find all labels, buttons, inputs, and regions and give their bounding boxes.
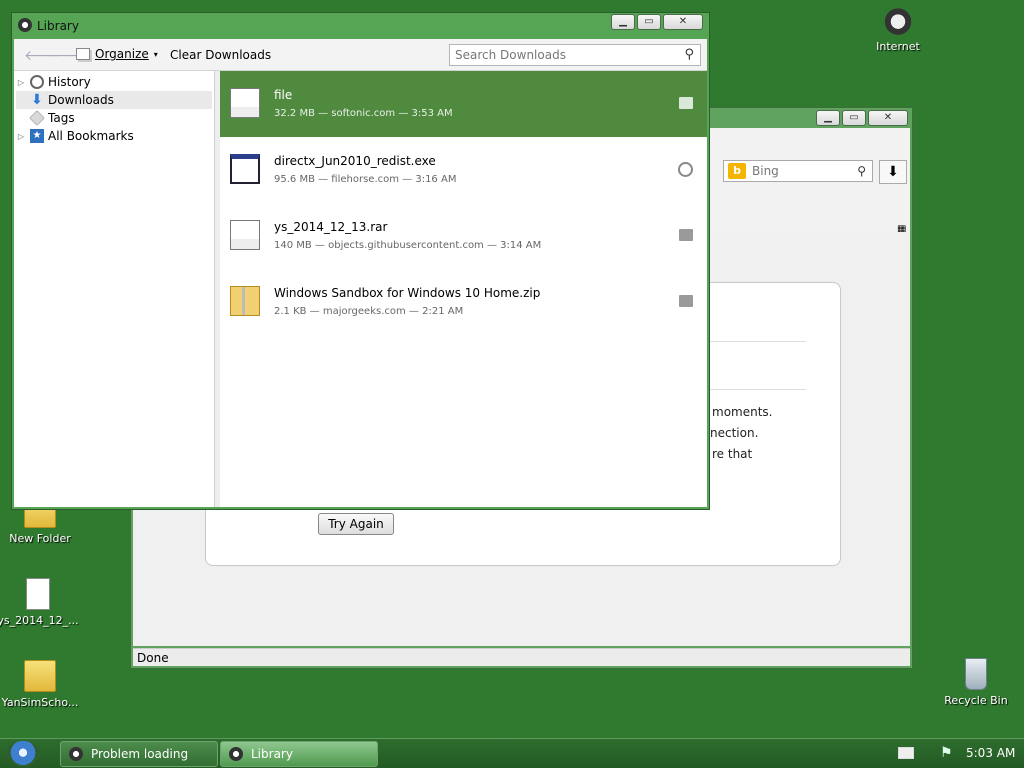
- browser-app-icon: [69, 747, 83, 761]
- library-titlebar[interactable]: Library ▁ ▭ ✕: [12, 13, 709, 39]
- keyboard-icon[interactable]: [898, 747, 914, 759]
- taskbar-item-browser[interactable]: Problem loading pa...: [60, 741, 218, 767]
- download-meta: 140 MB — objects.githubusercontent.com —…: [274, 240, 542, 251]
- archive-file-icon: [230, 220, 260, 250]
- desktop-icon-recycle-bin[interactable]: Recycle Bin: [934, 658, 1018, 707]
- start-button[interactable]: [6, 741, 40, 767]
- clock-icon: [30, 75, 44, 89]
- desktop-icon-ys-rar[interactable]: ys_2014_12_...: [0, 578, 80, 627]
- bing-search-box[interactable]: b Bing ⚲: [723, 160, 873, 182]
- bookmark-star-icon: ★: [30, 129, 44, 143]
- taskbar-item-label: Library: [251, 747, 293, 761]
- download-item[interactable]: ys_2014_12_13.rar 140 MB — objects.githu…: [220, 203, 707, 269]
- window-title: Library: [37, 19, 79, 33]
- desktop-icon-label: New Folder: [9, 532, 71, 545]
- organize-icon: [76, 48, 90, 60]
- download-name: file: [274, 88, 293, 102]
- maximize-button[interactable]: ▭: [842, 110, 866, 126]
- download-arrow-icon: ⬇: [31, 92, 43, 108]
- open-folder-icon[interactable]: [679, 97, 693, 109]
- error-text: nection.: [710, 426, 759, 440]
- file-icon: [26, 578, 50, 610]
- bing-search-placeholder: Bing: [752, 164, 779, 178]
- file-icon: [230, 88, 260, 118]
- error-text: re that: [712, 447, 753, 461]
- retry-icon[interactable]: [678, 162, 693, 177]
- taskbar: Problem loading pa... Library ⚑ 5:03 AM: [0, 738, 1024, 768]
- organize-label: Organize: [95, 47, 149, 61]
- status-bar: Done: [133, 648, 910, 666]
- clear-downloads-button[interactable]: Clear Downloads: [170, 48, 271, 62]
- download-meta: 2.1 KB — majorgeeks.com — 2:21 AM: [274, 306, 464, 317]
- library-app-icon: [229, 747, 243, 761]
- download-name: ys_2014_12_13.rar: [274, 220, 388, 234]
- sidebar-item-tags[interactable]: Tags: [16, 109, 212, 127]
- download-meta: 95.6 MB — filehorse.com — 3:16 AM: [274, 174, 457, 185]
- desktop-icon-label: Recycle Bin: [944, 694, 1008, 707]
- desktop-icon-label: ys_2014_12_...: [0, 614, 79, 627]
- maximize-button[interactable]: ▭: [637, 14, 661, 30]
- library-toolbar: 🡐 🡒 Organize ▾ Clear Downloads Search Do…: [14, 39, 707, 71]
- search-icon[interactable]: ⚲: [684, 45, 694, 65]
- downloads-list: file 32.2 MB — softonic.com — 3:53 AM di…: [220, 71, 707, 507]
- folder-icon: [24, 660, 56, 692]
- sidebar-item-label: History: [48, 75, 91, 89]
- expand-triangle-icon[interactable]: ▷: [16, 78, 26, 87]
- download-meta: 32.2 MB — softonic.com — 3:53 AM: [274, 108, 453, 119]
- recycle-bin-icon: [965, 658, 987, 690]
- taskbar-clock[interactable]: 5:03 AM: [966, 746, 1015, 760]
- close-button[interactable]: ✕: [868, 110, 908, 126]
- organize-button[interactable]: Organize ▾: [76, 47, 158, 61]
- open-folder-icon[interactable]: [679, 295, 693, 307]
- desktop-icon-label: Internet: [876, 40, 920, 53]
- download-item[interactable]: file 32.2 MB — softonic.com — 3:53 AM: [220, 71, 707, 137]
- zip-folder-icon: [230, 286, 260, 316]
- download-name: Windows Sandbox for Windows 10 Home.zip: [274, 286, 541, 300]
- sidebar-item-downloads[interactable]: ⬇ Downloads: [16, 91, 212, 109]
- network-icon[interactable]: ⚑: [940, 745, 953, 761]
- sidebar-item-all-bookmarks[interactable]: ▷ ★ All Bookmarks: [16, 127, 212, 145]
- library-app-icon: [18, 18, 32, 32]
- download-item[interactable]: directx_Jun2010_redist.exe 95.6 MB — fil…: [220, 137, 707, 203]
- sidebar-item-label: All Bookmarks: [48, 129, 134, 143]
- executable-icon: [230, 154, 260, 184]
- download-item[interactable]: Windows Sandbox for Windows 10 Home.zip …: [220, 269, 707, 335]
- try-again-button[interactable]: Try Again: [318, 513, 394, 535]
- library-sidebar: ▷ History ⬇ Downloads Tags ▷ ★ All Bookm…: [14, 71, 215, 507]
- internet-icon: [882, 4, 914, 36]
- sidebar-item-label: Tags: [48, 111, 75, 125]
- library-window[interactable]: Library ▁ ▭ ✕ 🡐 🡒 Organize ▾ Clear Downl…: [11, 12, 710, 510]
- error-text: moments.: [712, 405, 773, 419]
- minimize-button[interactable]: ▁: [611, 14, 635, 30]
- desktop-icon-label: YanSimScho...: [1, 696, 79, 709]
- bing-icon: b: [728, 163, 746, 179]
- taskbar-item-library[interactable]: Library: [220, 741, 378, 767]
- search-placeholder: Search Downloads: [455, 48, 566, 62]
- download-name: directx_Jun2010_redist.exe: [274, 154, 436, 168]
- tag-icon: [29, 110, 45, 126]
- desktop-icon-yansim[interactable]: YanSimScho...: [0, 660, 82, 709]
- search-downloads-input[interactable]: Search Downloads ⚲: [449, 44, 701, 66]
- close-button[interactable]: ✕: [663, 14, 703, 30]
- chevron-down-icon: ▾: [153, 49, 158, 59]
- minimize-button[interactable]: ▁: [816, 110, 840, 126]
- sidebar-item-label: Downloads: [48, 93, 114, 107]
- sidebar-item-history[interactable]: ▷ History: [16, 73, 212, 91]
- desktop-icon-internet[interactable]: Internet: [856, 4, 940, 53]
- expand-triangle-icon[interactable]: ▷: [16, 132, 26, 141]
- search-icon[interactable]: ⚲: [857, 164, 866, 178]
- open-folder-icon[interactable]: [679, 229, 693, 241]
- downloads-button[interactable]: ⬇: [879, 160, 907, 184]
- taskbar-item-label: Problem loading pa...: [91, 747, 189, 761]
